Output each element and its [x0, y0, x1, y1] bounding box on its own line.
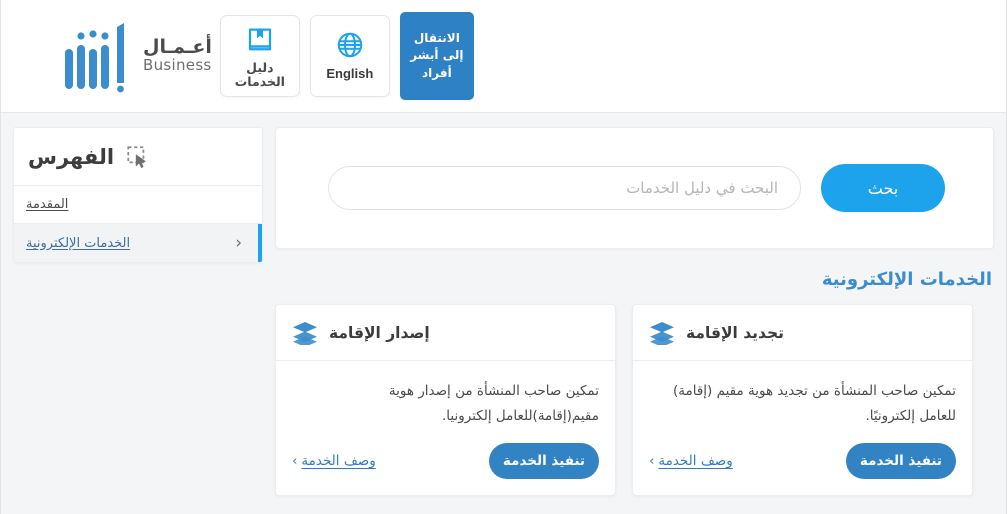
page-body: الفهرس المقدمة الخدمات الإلكترونية ‹ الب…	[1, 113, 1006, 496]
brand-logo[interactable]: أعـمـال Business	[61, 19, 212, 93]
sidebar-item-label: الخدمات الإلكترونية	[26, 235, 131, 251]
service-cards-row: إصدار الإقامة تمكين صاحب المنشأة من إصدا…	[275, 304, 994, 496]
go-to-absher-individuals-label: الانتقال إلى أبشر أفراد	[410, 30, 464, 80]
service-card-header: إصدار الإقامة	[276, 305, 615, 361]
search-panel: بحث	[275, 127, 994, 249]
service-card[interactable]: إصدار الإقامة تمكين صاحب المنشأة من إصدا…	[275, 304, 616, 496]
sidebar-title: الفهرس	[28, 144, 115, 169]
chevron-right-icon: ›	[649, 453, 655, 469]
chevron-right-icon: ›	[292, 453, 298, 469]
header-actions: دليل الخدمات English الانتقال إلى أبشر أ…	[219, 12, 474, 100]
site-header: أعـمـال Business دليل الخدمات English ال…	[1, 0, 1006, 113]
service-description-link[interactable]: وصف الخدمة›	[292, 453, 376, 469]
services-guide-label: دليل الخدمات	[234, 59, 285, 89]
service-card-title: إصدار الإقامة	[329, 323, 430, 342]
service-card-header: تجديد الإقامة	[633, 305, 972, 361]
execute-service-button[interactable]: تنفيذ الخدمة	[488, 443, 599, 479]
sidebar-item-introduction[interactable]: المقدمة	[14, 186, 262, 224]
sidebar-header: الفهرس	[14, 128, 262, 186]
book-bookmark-icon	[245, 24, 275, 54]
brand-name-english: Business	[143, 56, 212, 75]
service-card-body: تمكين صاحب المنشأة من تجديد هوية مقيم (إ…	[633, 361, 972, 495]
main-content: بحث الخدمات الإلكترونية إصدار	[275, 127, 994, 496]
go-to-absher-individuals-button[interactable]: الانتقال إلى أبشر أفراد	[399, 12, 474, 100]
search-button[interactable]: بحث	[821, 164, 945, 212]
cursor-select-icon	[125, 144, 151, 170]
service-description-link-label: وصف الخدمة	[301, 453, 376, 469]
chevron-left-icon: ‹	[235, 232, 242, 253]
sidebar-index-panel: الفهرس المقدمة الخدمات الإلكترونية ‹	[13, 127, 263, 263]
sidebar-item-electronic-services[interactable]: الخدمات الإلكترونية ‹	[14, 224, 262, 262]
execute-service-button[interactable]: تنفيذ الخدمة	[845, 443, 956, 479]
service-card-actions: وصف الخدمة› تنفيذ الخدمة	[649, 443, 956, 481]
service-card-body: تمكين صاحب المنشأة من إصدار هوية مقيم(إق…	[276, 361, 615, 495]
services-guide-button[interactable]: دليل الخدمات	[219, 15, 300, 97]
service-description-link-label: وصف الخدمة	[658, 453, 733, 469]
absher-logo-icon	[61, 19, 133, 93]
service-card[interactable]: تجديد الإقامة تمكين صاحب المنشأة من تجدي…	[632, 304, 973, 496]
service-description-link[interactable]: وصف الخدمة›	[649, 453, 733, 469]
page-root: أعـمـال Business دليل الخدمات English ال…	[0, 0, 1007, 514]
layers-icon	[649, 321, 675, 345]
layers-icon	[292, 321, 318, 345]
language-switch-label: English	[326, 66, 374, 82]
service-card-description: تمكين صاحب المنشأة من تجديد هوية مقيم (إ…	[673, 383, 956, 424]
service-card-description: تمكين صاحب المنشأة من إصدار هوية مقيم(إق…	[388, 383, 599, 424]
service-card-title: تجديد الإقامة	[686, 323, 784, 342]
page-section-title: الخدمات الإلكترونية	[821, 269, 992, 290]
sidebar-item-label: المقدمة	[26, 197, 69, 212]
language-switch-button[interactable]: English	[309, 15, 390, 97]
brand-wordmark: أعـمـال Business	[143, 36, 212, 75]
brand-name-arabic: أعـمـال	[143, 36, 212, 59]
search-input[interactable]	[328, 166, 801, 210]
service-card-actions: وصف الخدمة› تنفيذ الخدمة	[292, 443, 599, 481]
globe-icon	[335, 30, 365, 60]
